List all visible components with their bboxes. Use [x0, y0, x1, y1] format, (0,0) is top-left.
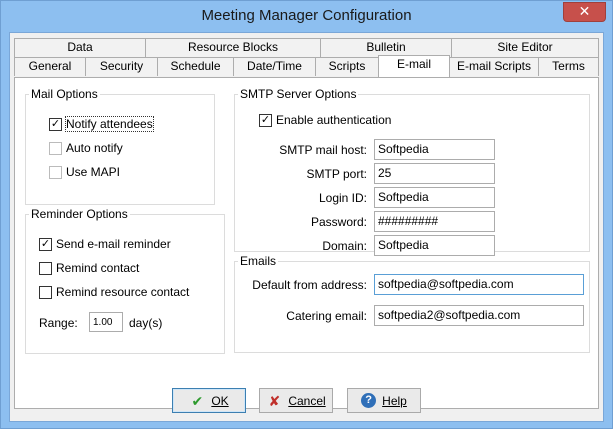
window-title: Meeting Manager Configuration	[201, 7, 412, 24]
help-button[interactable]: ? Help	[347, 388, 421, 413]
title-bar[interactable]: Meeting Manager Configuration ✕	[1, 1, 612, 33]
login-id-label: Login ID:	[318, 191, 367, 205]
use-mapi-checkbox[interactable]: Use MAPI	[49, 165, 120, 179]
remind-contact-checkbox[interactable]: Remind contact	[39, 261, 139, 275]
mail-options-group: Mail Options ✓ Notify attendees Auto not…	[25, 87, 215, 205]
smtp-options-group: SMTP Server Options ✓ Enable authenticat…	[234, 87, 590, 256]
send-reminder-label: Send e-mail reminder	[56, 237, 171, 251]
tab-data[interactable]: Data	[14, 38, 146, 57]
smtp-options-title: SMTP Server Options	[238, 87, 359, 101]
notify-attendees-label: Notify attendees	[65, 116, 154, 132]
help-icon: ?	[361, 393, 377, 408]
catering-email-label: Catering email:	[286, 309, 367, 323]
checkbox-checked-icon: ✓	[49, 117, 62, 131]
notify-attendees-checkbox[interactable]: ✓ Notify attendees	[49, 116, 154, 132]
auto-notify-checkbox[interactable]: Auto notify	[49, 141, 123, 155]
checkbox-checked-icon: ✓	[259, 113, 272, 127]
catering-email-input[interactable]: softpedia2@softpedia.com	[374, 305, 584, 326]
cross-icon: ✘	[268, 392, 281, 409]
default-from-label: Default from address:	[252, 278, 367, 292]
tab-scripts[interactable]: Scripts	[315, 57, 379, 76]
tab-site-editor[interactable]: Site Editor	[451, 38, 599, 57]
use-mapi-label: Use MAPI	[66, 165, 121, 179]
checkmark-icon: ✔	[191, 392, 204, 409]
cancel-button-label: Cancel	[288, 393, 326, 408]
smtp-port-label: SMTP port:	[306, 167, 367, 181]
emails-title: Emails	[238, 254, 279, 268]
range-unit-label: day(s)	[129, 316, 163, 330]
tab-schedule[interactable]: Schedule	[157, 57, 234, 76]
close-button[interactable]: ✕	[563, 2, 606, 22]
reminder-options-group: Reminder Options ✓ Send e-mail reminder …	[25, 207, 225, 354]
smtp-host-input[interactable]: Softpedia	[374, 139, 495, 160]
password-label: Password:	[310, 215, 367, 229]
checkbox-checked-icon: ✓	[39, 237, 52, 251]
tab-general[interactable]: General	[14, 57, 86, 76]
cancel-button[interactable]: ✘ Cancel	[259, 388, 333, 413]
client-area: Data Resource Blocks Bulletin Site Edito…	[9, 32, 604, 422]
login-id-input[interactable]: Softpedia	[374, 187, 495, 208]
reminder-options-title: Reminder Options	[29, 207, 130, 221]
domain-label: Domain:	[322, 239, 367, 253]
range-input[interactable]: 1.00	[89, 312, 123, 332]
remind-resource-contact-label: Remind resource contact	[56, 285, 190, 299]
mail-options-title: Mail Options	[29, 87, 100, 101]
help-button-label: Help	[382, 393, 407, 408]
domain-input[interactable]: Softpedia	[374, 235, 495, 256]
ok-button[interactable]: ✔ OK	[172, 388, 246, 413]
smtp-port-input[interactable]: 25	[374, 163, 495, 184]
default-from-input[interactable]: softpedia@softpedia.com	[374, 274, 584, 295]
tab-email-scripts[interactable]: E-mail Scripts	[449, 57, 539, 76]
tab-email[interactable]: E-mail	[378, 55, 450, 77]
send-reminder-checkbox[interactable]: ✓ Send e-mail reminder	[39, 237, 171, 251]
enable-authentication-checkbox[interactable]: ✓ Enable authentication	[259, 113, 391, 127]
tab-resource-blocks[interactable]: Resource Blocks	[145, 38, 321, 57]
tab-date-time[interactable]: Date/Time	[233, 57, 316, 76]
auto-notify-label: Auto notify	[66, 141, 123, 155]
password-input[interactable]: #########	[374, 211, 495, 232]
tab-terms[interactable]: Terms	[538, 57, 599, 76]
checkbox-unchecked-icon	[39, 261, 52, 275]
tab-security[interactable]: Security	[85, 57, 158, 76]
ok-button-label: OK	[211, 393, 229, 408]
enable-authentication-label: Enable authentication	[276, 113, 392, 127]
checkbox-unchecked-icon	[49, 165, 62, 179]
checkbox-unchecked-icon	[39, 285, 52, 299]
checkbox-unchecked-icon	[49, 141, 62, 155]
remind-resource-contact-checkbox[interactable]: Remind resource contact	[39, 285, 189, 299]
range-label: Range:	[39, 316, 78, 330]
email-tab-panel: Mail Options ✓ Notify attendees Auto not…	[14, 77, 599, 409]
emails-group: Emails Default from address: softpedia@s…	[234, 254, 590, 353]
remind-contact-label: Remind contact	[56, 261, 140, 275]
dialog-window: Meeting Manager Configuration ✕ Data Res…	[0, 0, 613, 429]
smtp-host-label: SMTP mail host:	[279, 143, 367, 157]
